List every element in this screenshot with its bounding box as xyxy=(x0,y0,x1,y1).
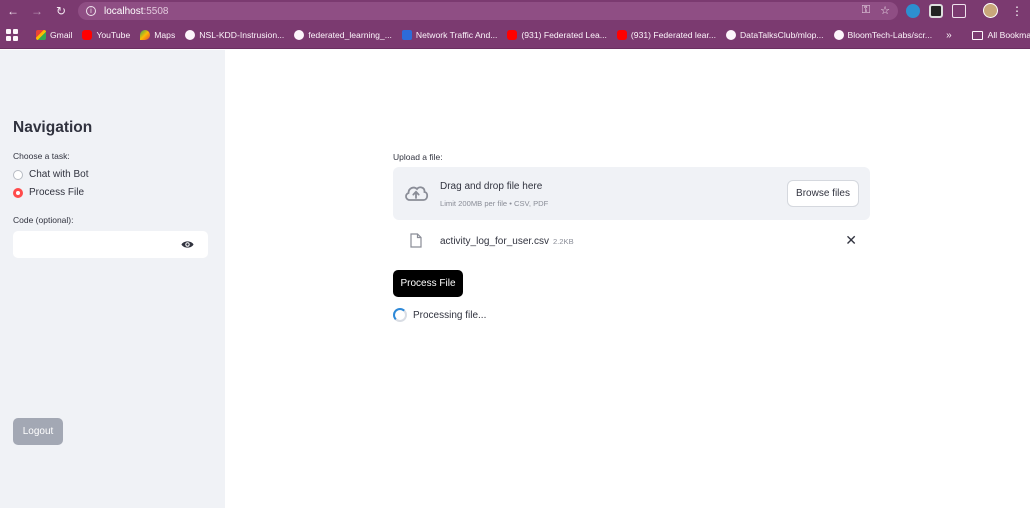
bookmark-star-icon[interactable]: ☆ xyxy=(880,4,890,17)
extension-icon[interactable] xyxy=(929,3,943,18)
github-icon xyxy=(725,30,736,40)
bookmark-datatalksclub[interactable]: DataTalksClub/mlop... xyxy=(725,30,824,40)
bookmark-maps[interactable]: Maps xyxy=(140,30,175,40)
extension-icon[interactable] xyxy=(906,3,920,18)
linkedin-icon xyxy=(401,30,412,40)
reload-icon[interactable]: ↻ xyxy=(52,2,70,20)
bookmark-bloomtech[interactable]: BloomTech-Labs/scr... xyxy=(833,30,932,40)
password-key-icon[interactable]: ⚿ xyxy=(862,4,870,17)
site-info-icon[interactable]: i xyxy=(86,6,96,16)
process-file-button[interactable]: Process File xyxy=(393,270,463,297)
file-name: activity_log_for_user.csv 2.2KB xyxy=(440,236,574,247)
address-bar[interactable]: i localhost:5508 ⚿ ☆ xyxy=(78,2,898,20)
bookmarks-bar: Gmail YouTube Maps NSL-KDD-Instrusion...… xyxy=(0,22,1030,49)
code-password-input[interactable] xyxy=(13,231,208,258)
radio-label: Chat with Bot xyxy=(29,169,89,180)
dropzone-title: Drag and drop file here xyxy=(440,181,543,192)
more-bookmarks-button[interactable]: » xyxy=(946,30,952,41)
remove-file-close-icon[interactable]: ✕ xyxy=(845,233,857,249)
radio-label: Process File xyxy=(29,187,85,198)
youtube-icon xyxy=(616,30,627,40)
maps-icon xyxy=(140,30,151,40)
all-bookmarks-button[interactable]: All Bookmarks xyxy=(971,30,1030,40)
profile-avatar[interactable] xyxy=(983,3,998,18)
github-icon xyxy=(294,30,305,40)
file-size: 2.2KB xyxy=(552,237,574,246)
bookmark-federated-video-2[interactable]: (931) Federated lear... xyxy=(616,30,716,40)
extensions-puzzle-icon[interactable] xyxy=(952,3,966,18)
sidebar: Navigation Choose a task: Chat with Bot … xyxy=(0,50,225,508)
browse-files-button[interactable]: Browse files xyxy=(787,180,859,207)
radio-circle[interactable] xyxy=(13,169,23,180)
radio-circle-selected[interactable] xyxy=(13,187,23,198)
status-text: Processing file... xyxy=(413,309,487,321)
radio-process-file[interactable]: Process File xyxy=(13,187,84,198)
apps-grid-icon[interactable] xyxy=(6,29,18,41)
bookmark-federated-learning[interactable]: federated_learning_... xyxy=(294,30,392,40)
uploaded-file-row: activity_log_for_user.csv 2.2KB ✕ xyxy=(393,230,870,252)
show-password-eye-icon[interactable] xyxy=(181,239,194,250)
bookmark-gmail[interactable]: Gmail xyxy=(36,30,72,40)
youtube-icon xyxy=(82,30,93,40)
browser-toolbar: ← → ↻ i localhost:5508 ⚿ ☆ ⋮ xyxy=(0,0,1030,22)
gmail-icon xyxy=(36,30,46,40)
url-text: localhost:5508 xyxy=(104,5,169,17)
file-dropzone[interactable]: Drag and drop file here Limit 200MB per … xyxy=(393,167,870,220)
logout-button[interactable]: Logout xyxy=(13,418,63,445)
github-icon xyxy=(185,30,196,40)
radio-chat-with-bot[interactable]: Chat with Bot xyxy=(13,169,88,180)
task-label: Choose a task: xyxy=(13,151,70,161)
bookmark-nsl-kdd[interactable]: NSL-KDD-Instrusion... xyxy=(185,30,284,40)
processing-status: Processing file... xyxy=(393,308,486,322)
browser-menu-icon[interactable]: ⋮ xyxy=(1011,4,1023,18)
bookmark-network-traffic[interactable]: Network Traffic And... xyxy=(401,30,497,40)
file-icon xyxy=(410,233,422,248)
dropzone-hint: Limit 200MB per file • CSV, PDF xyxy=(440,199,549,208)
loading-spinner-icon xyxy=(393,308,407,322)
github-icon xyxy=(833,30,844,40)
sidebar-title: Navigation xyxy=(13,119,93,136)
folder-icon xyxy=(971,30,983,40)
bookmark-federated-video-1[interactable]: (931) Federated Lea... xyxy=(507,30,607,40)
bookmark-youtube[interactable]: YouTube xyxy=(82,30,130,40)
forward-arrow-icon[interactable]: → xyxy=(28,2,46,20)
youtube-icon xyxy=(507,30,518,40)
cloud-upload-icon xyxy=(405,186,429,201)
back-arrow-icon[interactable]: ← xyxy=(4,2,22,20)
code-label: Code (optional): xyxy=(13,215,74,225)
upload-label: Upload a file: xyxy=(393,152,443,162)
